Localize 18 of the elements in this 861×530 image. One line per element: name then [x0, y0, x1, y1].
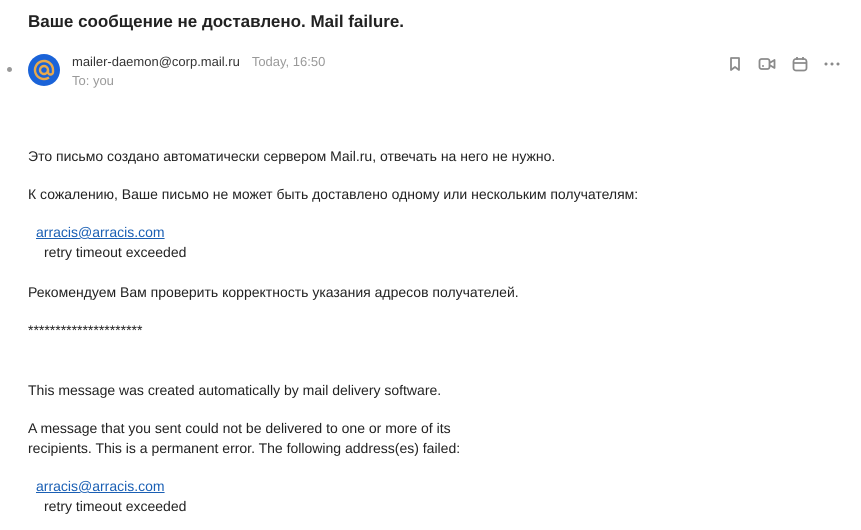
calendar-icon[interactable]	[792, 56, 808, 72]
body-paragraph: This message was created automatically by mail delivery software.	[28, 381, 442, 400]
email-subject: Ваше сообщение не доставлено. Mail failure.	[28, 12, 406, 32]
recipient-email-link[interactable]: arracis@arracis.com	[36, 476, 165, 496]
body-paragraph: К сожалению, Ваше письмо не может быть доставлено одному или нескольким получателям:	[28, 185, 640, 204]
sender-address[interactable]: mailer-daemon@corp.mail.ru	[72, 54, 240, 69]
recipient-email-link[interactable]: arracis@arracis.com	[36, 222, 165, 242]
message-time: Today, 16:50	[252, 54, 326, 69]
body-paragraph: Рекомендуем Вам проверить корректность указания адресов получателей.	[28, 283, 520, 302]
failure-reason: retry timeout exceeded	[43, 243, 186, 262]
at-sign-avatar-icon	[28, 54, 60, 86]
separator-line: *********************	[28, 321, 144, 340]
body-paragraph: Это письмо создано автоматически сервером Mail.ru, отвечать на него не нужно.	[28, 147, 556, 166]
body-paragraph: A message that you sent could not be delivered to one or more of its recipients. This is a permanent error. The following address(es) failed:	[28, 419, 462, 458]
video-camera-icon[interactable]	[758, 56, 776, 72]
more-icon[interactable]	[824, 62, 840, 66]
bookmark-icon[interactable]	[728, 56, 742, 72]
failure-reason: retry timeout exceeded	[43, 497, 186, 516]
